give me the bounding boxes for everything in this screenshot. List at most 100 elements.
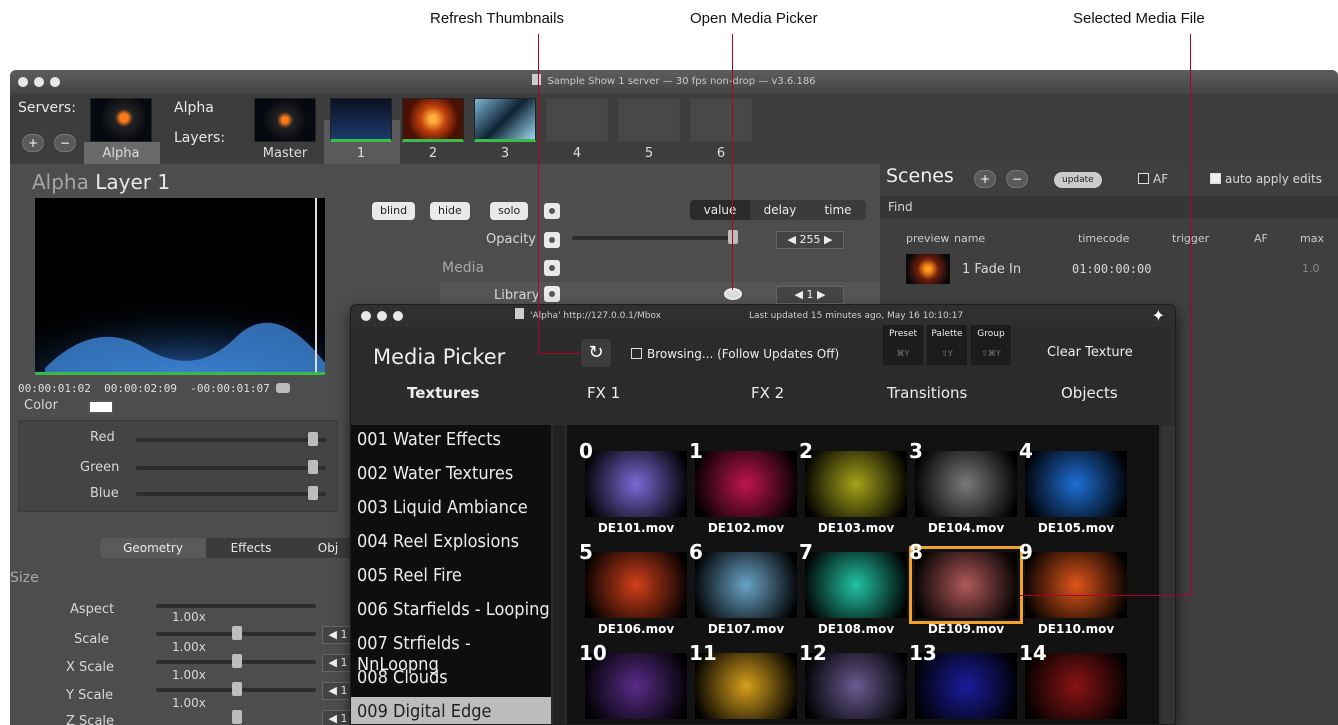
- media-thumbnail[interactable]: [909, 546, 1023, 624]
- layer-tab-2[interactable]: 2: [402, 146, 464, 161]
- library-options-button[interactable]: [544, 286, 560, 302]
- solo-button[interactable]: solo: [490, 202, 529, 220]
- remove-server-button[interactable]: −: [54, 134, 76, 152]
- media-thumbnail[interactable]: [915, 451, 1017, 517]
- folder-item[interactable]: 005 Reel Fire: [357, 565, 462, 586]
- scene-row[interactable]: 1 Fade In 01:00:00:00 1.0: [906, 254, 1326, 286]
- layer-2-thumbnail[interactable]: [402, 98, 464, 142]
- hide-button[interactable]: hide: [430, 202, 470, 220]
- x-scale-slider-knob[interactable]: [232, 654, 242, 668]
- layer-tab-6[interactable]: 6: [690, 146, 752, 161]
- tab-textures[interactable]: Textures: [407, 384, 479, 402]
- col-timecode[interactable]: timecode: [1078, 232, 1129, 245]
- opacity-slider-knob[interactable]: [728, 230, 738, 244]
- tab-fx2[interactable]: FX 2: [751, 384, 784, 402]
- opacity-stepper[interactable]: ◀ 255 ▶: [776, 231, 844, 249]
- blind-button[interactable]: blind: [372, 202, 416, 220]
- remove-scene-button[interactable]: −: [1006, 170, 1028, 188]
- gear-icon[interactable]: [276, 383, 291, 393]
- pin-icon[interactable]: ✦: [1152, 305, 1165, 327]
- folder-item[interactable]: 001 Water Effects: [357, 429, 501, 450]
- media-thumbnail[interactable]: [585, 451, 687, 517]
- layer-tab-5[interactable]: 5: [618, 146, 680, 161]
- af-checkbox-box[interactable]: [1138, 173, 1149, 184]
- z-scale-slider-knob[interactable]: [232, 710, 242, 724]
- folder-list-scrollbar[interactable]: [553, 425, 565, 724]
- zoom-window-icon[interactable]: [50, 77, 60, 87]
- server-thumbnail[interactable]: [90, 98, 152, 142]
- update-button[interactable]: update: [1054, 172, 1102, 188]
- layer-6-thumbnail[interactable]: [690, 98, 752, 142]
- media-thumbnail[interactable]: [695, 552, 797, 618]
- media-grid-scrollbar[interactable]: [1161, 425, 1175, 724]
- playback-progress-bar[interactable]: [35, 372, 325, 375]
- solo-options-button[interactable]: [544, 203, 560, 219]
- tab-fx1[interactable]: FX 1: [587, 384, 620, 402]
- folder-item[interactable]: 003 Liquid Ambiance: [357, 497, 528, 518]
- folder-item[interactable]: 004 Reel Explosions: [357, 531, 519, 552]
- eye-icon[interactable]: [724, 288, 742, 300]
- group-button[interactable]: Group ⇧⌘Y: [971, 325, 1011, 365]
- media-thumbnail[interactable]: [585, 552, 687, 618]
- layer-4-thumbnail[interactable]: [546, 98, 608, 142]
- minimize-window-icon[interactable]: [34, 77, 44, 87]
- folder-item-selected[interactable]: 009 Digital Edge: [357, 701, 491, 722]
- preset-button[interactable]: Preset ⌘Y: [883, 325, 923, 365]
- picker-zoom-icon[interactable]: [393, 311, 403, 321]
- library-stepper[interactable]: ◀ 1 ▶: [776, 286, 844, 304]
- palette-button[interactable]: Palette ⇧Y: [927, 325, 967, 365]
- media-thumbnail[interactable]: [805, 552, 907, 618]
- auto-apply-checkbox[interactable]: auto apply edits: [1210, 172, 1322, 186]
- opacity-options-button[interactable]: [544, 232, 560, 248]
- browsing-checkbox[interactable]: [631, 348, 642, 359]
- blue-slider-knob[interactable]: [308, 486, 318, 500]
- media-thumbnail[interactable]: [1025, 552, 1127, 618]
- layer-1-thumbnail[interactable]: [330, 98, 392, 142]
- y-scale-slider-knob[interactable]: [232, 682, 242, 696]
- layer-tab-3[interactable]: 3: [474, 146, 536, 161]
- folder-item[interactable]: 006 Starfields - Looping: [357, 599, 550, 620]
- media-thumbnail[interactable]: [1025, 451, 1127, 517]
- scale-slider-knob[interactable]: [232, 626, 242, 640]
- tab-value[interactable]: value: [690, 200, 750, 220]
- af-checkbox[interactable]: AF: [1138, 172, 1168, 186]
- media-options-button[interactable]: [544, 260, 560, 276]
- layer-tab-1[interactable]: 1: [330, 146, 392, 161]
- opacity-slider[interactable]: [572, 236, 738, 240]
- color-swatch[interactable]: [88, 400, 114, 414]
- layer-tab-4[interactable]: 4: [546, 146, 608, 161]
- master-thumbnail[interactable]: [254, 98, 316, 142]
- red-slider-knob[interactable]: [308, 432, 318, 446]
- tab-objects-picker[interactable]: Objects: [1061, 384, 1118, 402]
- close-window-icon[interactable]: [18, 77, 28, 87]
- refresh-icon[interactable]: ↻: [581, 339, 611, 367]
- green-slider[interactable]: [136, 466, 326, 470]
- tab-delay[interactable]: delay: [750, 200, 810, 220]
- folder-item[interactable]: 002 Water Textures: [357, 463, 513, 484]
- blue-slider[interactable]: [136, 492, 326, 496]
- add-server-button[interactable]: +: [22, 134, 44, 152]
- col-af[interactable]: AF: [1254, 232, 1268, 245]
- layer-5-thumbnail[interactable]: [618, 98, 680, 142]
- picker-close-icon[interactable]: [361, 311, 371, 321]
- folder-item[interactable]: 008 Clouds: [357, 667, 448, 688]
- green-slider-knob[interactable]: [308, 460, 318, 474]
- layer-tab-master[interactable]: Master: [254, 146, 316, 161]
- tab-transitions[interactable]: Transitions: [887, 384, 967, 402]
- tab-time[interactable]: time: [810, 200, 866, 220]
- red-slider[interactable]: [136, 438, 326, 442]
- clear-texture-button[interactable]: Clear Texture: [1047, 345, 1133, 360]
- browsing-toggle[interactable]: Browsing... (Follow Updates Off): [631, 347, 839, 361]
- scenes-find-bar[interactable]: [880, 196, 1338, 218]
- col-preview[interactable]: preview: [906, 232, 949, 245]
- add-scene-button[interactable]: +: [974, 170, 996, 188]
- media-thumbnail[interactable]: [695, 451, 797, 517]
- tab-effects[interactable]: Effects: [206, 538, 296, 558]
- col-name[interactable]: name: [954, 232, 985, 245]
- media-thumbnail[interactable]: [805, 451, 907, 517]
- col-max[interactable]: max: [1300, 232, 1324, 245]
- auto-apply-checkbox-box[interactable]: [1210, 173, 1221, 184]
- layer-3-thumbnail[interactable]: [474, 98, 536, 142]
- aspect-slider[interactable]: [156, 604, 316, 608]
- picker-minimize-icon[interactable]: [377, 311, 387, 321]
